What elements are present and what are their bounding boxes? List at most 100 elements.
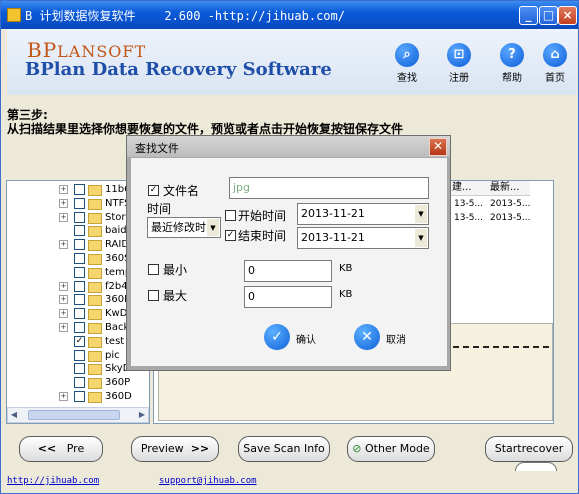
tree-item-label: 360D — [105, 391, 132, 402]
folder-icon — [88, 281, 102, 293]
tree-item-checkbox[interactable] — [74, 253, 85, 264]
tree-item-checkbox[interactable] — [74, 363, 85, 375]
nav-home[interactable]: ⌂ 首页 — [535, 43, 575, 84]
start-time-checkbox[interactable] — [225, 210, 236, 221]
close-icon: ✕ — [354, 324, 380, 350]
dialog-title: 查找文件 — [135, 142, 179, 155]
tree-item-checkbox[interactable] — [74, 211, 85, 223]
cancel-button[interactable]: ✕ 取消 — [354, 324, 424, 352]
nav-search[interactable]: ⌕ 查找 — [387, 43, 427, 84]
expand-icon[interactable]: + — [59, 309, 68, 319]
chevron-down-icon[interactable]: ▼ — [207, 219, 219, 236]
step-instructions: 第三步: 从扫描结果里选择你想要恢复的文件，预览或者点击开始恢复按钮保存文件 — [7, 108, 403, 136]
max-size-checkbox[interactable] — [148, 290, 159, 301]
chevron-down-icon[interactable]: ▼ — [415, 205, 427, 223]
dialog-close-button[interactable]: ✕ — [429, 138, 447, 156]
column-header[interactable]: 建... — [450, 181, 489, 196]
prev-button-label: Pre — [66, 442, 85, 455]
tree-item-checkbox[interactable] — [74, 197, 85, 209]
table-cell: 2013-5... — [490, 213, 531, 223]
start-date-picker[interactable]: 2013-11-21 ▼ — [297, 203, 429, 225]
expand-icon[interactable]: + — [59, 198, 68, 208]
expand-icon[interactable]: + — [59, 323, 68, 332]
minimize-button[interactable]: _ — [519, 6, 538, 25]
tree-item-checkbox[interactable] — [74, 280, 85, 292]
expand-icon[interactable]: + — [59, 240, 68, 250]
filename-checkbox[interactable]: ✓ — [148, 185, 159, 196]
tree-item-checkbox[interactable]: ✓ — [74, 335, 85, 347]
table-cell: 13-5... — [454, 213, 484, 223]
column-header[interactable]: 最新... — [488, 181, 530, 196]
tree-item-checkbox[interactable] — [74, 377, 85, 389]
expand-icon[interactable]: + — [59, 185, 68, 194]
prev-button[interactable]: << Pre — [19, 436, 103, 462]
website-link[interactable]: http://jihuab.com — [7, 476, 99, 486]
tree-item-checkbox[interactable] — [74, 294, 85, 306]
support-email-link[interactable]: support@jihuab.com — [159, 476, 257, 486]
tree-item-checkbox[interactable] — [74, 266, 85, 278]
expand-icon[interactable]: + — [59, 281, 68, 291]
header-banner: BPLANSOFT BPlan Data Recovery Software ⌕… — [7, 29, 577, 95]
search-icon: ⌕ — [395, 43, 419, 67]
min-size-unit: KB — [339, 263, 353, 274]
max-size-input[interactable]: 0 — [244, 286, 332, 308]
dialog-title-bar[interactable]: 查找文件 ✕ — [127, 136, 450, 157]
scroll-right-icon[interactable]: ▶ — [136, 409, 148, 420]
time-mode-value: 最近修改时 — [151, 221, 206, 234]
table-cell: 13-5... — [454, 199, 484, 209]
close-button[interactable]: × — [558, 6, 577, 25]
end-date-value: 2013-11-21 — [301, 231, 365, 244]
max-size-unit: KB — [339, 289, 353, 300]
folder-icon — [88, 309, 102, 321]
tree-item-checkbox[interactable] — [74, 391, 85, 402]
title-bar[interactable]: B 计划数据恢复软件 2.600 -http://jihuab.com/ _ □… — [1, 1, 578, 29]
tree-item-checkbox[interactable] — [74, 308, 85, 320]
folder-icon — [88, 212, 102, 224]
other-mode-label: Other Mode — [365, 442, 430, 455]
chevron-down-icon[interactable]: ▼ — [415, 229, 427, 247]
tree-item-checkbox[interactable] — [74, 322, 85, 333]
nav-label: 首页 — [545, 73, 565, 84]
folder-icon — [88, 378, 102, 390]
nav-help[interactable]: ? 帮助 — [492, 43, 532, 84]
filename-input[interactable]: jpg — [229, 177, 429, 199]
scroll-left-icon[interactable]: ◀ — [8, 409, 20, 420]
scroll-thumb[interactable] — [28, 410, 120, 420]
check-icon: ✓ — [264, 324, 290, 350]
end-date-picker[interactable]: 2013-11-21 ▼ — [297, 227, 429, 249]
expand-icon[interactable]: + — [59, 295, 68, 305]
tree-item-checkbox[interactable] — [74, 239, 85, 251]
folder-icon — [88, 240, 102, 252]
filename-label: 文件名 — [163, 184, 200, 198]
preview-divider — [453, 346, 549, 348]
maximize-button[interactable]: □ — [539, 6, 558, 25]
other-mode-button[interactable]: ⊘ Other Mode — [347, 436, 435, 462]
tree-horizontal-scrollbar[interactable]: ◀ ▶ — [7, 407, 149, 423]
tree-item-checkbox[interactable] — [74, 349, 85, 361]
tree-item-label: 360P — [105, 377, 131, 389]
min-size-input[interactable]: 0 — [244, 260, 332, 282]
double-left-arrow-icon: << — [37, 442, 57, 455]
start-time-label: 开始时间 — [238, 209, 287, 223]
expand-icon[interactable]: + — [59, 392, 68, 401]
tree-item-checkbox[interactable] — [74, 184, 85, 195]
ok-button[interactable]: ✓ 确认 — [264, 324, 334, 352]
time-mode-select[interactable]: 最近修改时 ▼ — [147, 217, 221, 238]
tree-item-checkbox[interactable] — [74, 225, 85, 237]
min-size-checkbox[interactable] — [148, 264, 159, 275]
folder-icon — [88, 364, 102, 376]
save-scan-info-button[interactable]: Save Scan Info — [238, 436, 330, 462]
folder-icon — [88, 198, 102, 210]
end-time-checkbox[interactable]: ✓ — [225, 230, 236, 241]
tree-item-label: pic — [105, 349, 120, 361]
table-cell: 2013-5... — [490, 199, 531, 209]
cart-icon: ⊡ — [447, 43, 471, 67]
folder-icon — [88, 185, 102, 196]
expand-handle[interactable] — [515, 462, 557, 471]
start-recover-button[interactable]: Startrecover — [485, 436, 573, 462]
nav-register[interactable]: ⊡ 注册 — [439, 43, 479, 84]
folder-icon — [88, 323, 102, 334]
home-icon: ⌂ — [543, 43, 567, 67]
expand-icon[interactable]: + — [59, 212, 68, 222]
preview-button[interactable]: Preview >> — [131, 436, 219, 462]
